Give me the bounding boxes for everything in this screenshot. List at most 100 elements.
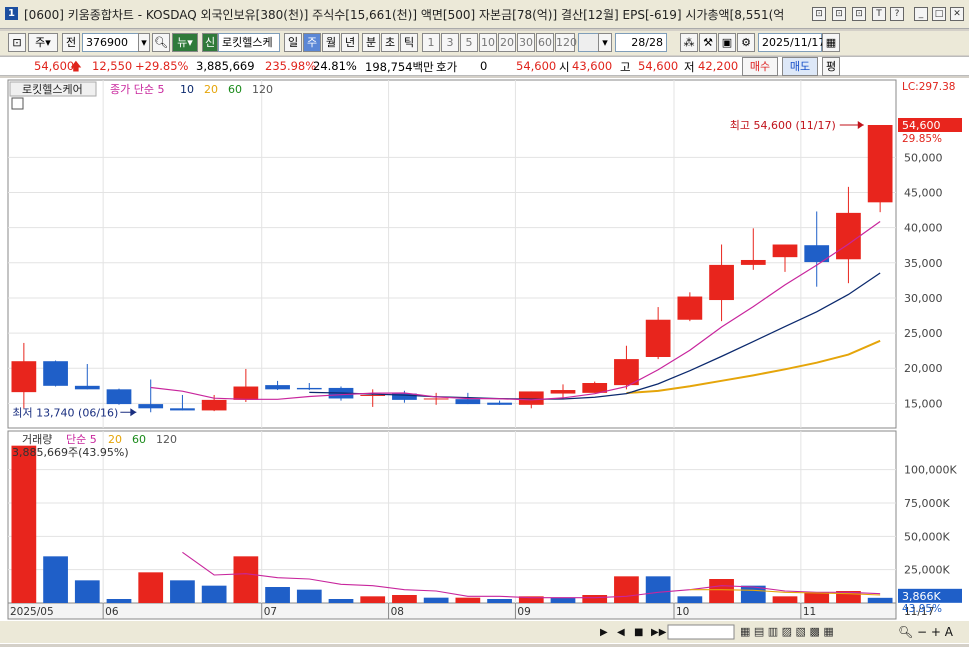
volume-bar	[645, 576, 671, 603]
volume-tick-label: 75,000K	[904, 497, 950, 510]
interval-5[interactable]: 5	[460, 33, 478, 52]
candle-body	[550, 390, 576, 394]
x-tick-label: 11	[803, 606, 816, 618]
scroll-track	[667, 624, 735, 640]
interval-10[interactable]: 10	[479, 33, 497, 52]
page-counter: 28/28	[615, 33, 667, 52]
candle-body	[709, 264, 734, 301]
evaluate-button[interactable]: 평	[822, 57, 840, 76]
volume-bar	[487, 599, 512, 603]
x-tick-label: 07	[264, 606, 277, 618]
price-tick-label: 25,000	[904, 327, 943, 340]
interval-60[interactable]: 60	[536, 33, 554, 52]
up-arrow-icon: 🡅	[70, 59, 82, 73]
sell-button[interactable]: 매도	[782, 57, 818, 76]
interval-120[interactable]: 120	[555, 33, 577, 52]
volume-bar	[360, 596, 386, 603]
x-tick-label: 09	[517, 606, 530, 618]
interval-dropdown-icon[interactable]: ▾	[598, 33, 612, 52]
high-label: 고	[620, 60, 631, 74]
layout-icon[interactable]: ⊡	[8, 33, 26, 52]
current-price: 54,600	[34, 59, 75, 73]
zoom-icons: 🔍︎ − + A	[898, 625, 954, 639]
indicator-icon[interactable]: ⚒	[699, 33, 717, 52]
candle-body	[233, 386, 259, 400]
volume-bar	[11, 445, 37, 603]
candle-body	[296, 387, 322, 390]
volume-bar	[550, 597, 576, 603]
tab-week[interactable]: 주	[303, 33, 321, 52]
price-tick-label: 50,000	[904, 151, 943, 164]
period-select-value: 주	[35, 36, 46, 49]
low-value: 42,200	[698, 59, 739, 73]
tab-day[interactable]: 일	[284, 33, 302, 52]
news-label: 뉴	[177, 36, 188, 49]
gear-icon[interactable]: ⚙	[737, 33, 755, 52]
low-label: 저	[684, 60, 695, 74]
candle-body	[423, 398, 449, 400]
volume-series-name: 거래량	[22, 433, 52, 446]
price-tick-label: 15,000	[904, 397, 943, 410]
screen-options-icon[interactable]: ⊡	[812, 7, 826, 21]
volume-bar	[233, 556, 259, 603]
date-input[interactable]: 2025/11/17	[758, 33, 825, 52]
link-window-icon[interactable]: ⊡	[852, 7, 866, 21]
candle-body	[265, 385, 290, 390]
price-pct-label: 29.85%	[902, 133, 942, 145]
interval-30[interactable]: 30	[517, 33, 535, 52]
interval-3[interactable]: 3	[441, 33, 459, 52]
candle-body	[360, 394, 386, 396]
stock-code-input[interactable]: 376900	[82, 33, 140, 52]
tab-second[interactable]: 초	[381, 33, 399, 52]
candle-body	[518, 391, 544, 405]
chart-area[interactable]: 2025/05 06 07 08 09 10 11 11/17 15,000 20,000 25,0…	[0, 78, 969, 644]
calendar-icon[interactable]: ▦	[822, 33, 840, 52]
copy-window-icon[interactable]: ⊡	[832, 7, 846, 21]
save-icon[interactable]: ▣	[718, 33, 736, 52]
volume-tick-label: 50,000K	[904, 530, 950, 543]
price-pane-frame	[7, 79, 897, 429]
volume-ma-period-label: 20	[108, 433, 122, 446]
candle-body	[170, 408, 195, 411]
volume-bar	[709, 579, 734, 603]
help-icon[interactable]: ?	[890, 7, 904, 21]
prev-button[interactable]: 전	[62, 33, 80, 52]
volume-ma-period-label: 120	[156, 433, 177, 446]
volume-bar	[392, 595, 417, 603]
x-tick-label: 08	[391, 606, 404, 618]
volume-bar	[804, 592, 830, 603]
tab-tick[interactable]: 틱	[400, 33, 418, 52]
volume-pct-label: 43.95%	[902, 603, 942, 615]
window-title: [0600] 키움종합차트 - KOSDAQ 외국인보유[380(천)] 주식수…	[24, 8, 785, 22]
chart-svg[interactable]: 2025/05 06 07 08 09 10 11 11/1715,00020,00025,0…	[0, 78, 969, 644]
interval-20[interactable]: 20	[498, 33, 516, 52]
minimize-button[interactable]: _	[914, 7, 928, 21]
buy-button[interactable]: 매수	[742, 57, 778, 76]
x-axis-strip	[7, 602, 897, 620]
volume-ratio: 235.98%	[265, 59, 317, 73]
period-select[interactable]: 주▾	[28, 33, 58, 52]
compare-icon[interactable]: ⁂	[680, 33, 698, 52]
tab-month[interactable]: 월	[322, 33, 340, 52]
interval-1[interactable]: 1	[422, 33, 440, 52]
candle-body	[645, 319, 671, 357]
close-button[interactable]: ✕	[950, 7, 964, 21]
volume-bar	[423, 597, 449, 603]
tab-minute[interactable]: 분	[362, 33, 380, 52]
tab-year[interactable]: 년	[341, 33, 359, 52]
volume-bar	[138, 572, 164, 603]
volume-ma-label: 단순 5	[66, 433, 97, 446]
price-ma-period-label: 20	[204, 83, 218, 96]
stock-name-field: 로킷헬스케	[218, 33, 280, 52]
chart-tools-icons: ▦ ▤ ▥ ▨ ▧ ▩ ▦	[740, 625, 834, 638]
volume-bar	[296, 589, 322, 603]
table-grid-icon	[11, 97, 24, 110]
maximize-button[interactable]: □	[932, 7, 946, 21]
code-dropdown-icon[interactable]: ▾	[138, 33, 150, 52]
search-icon[interactable]: 🔍︎	[152, 33, 170, 52]
volume-bar	[772, 596, 798, 603]
news-button[interactable]: 뉴▾	[172, 33, 198, 52]
lc-label: LC:297.38	[902, 81, 955, 93]
text-icon[interactable]: T	[872, 7, 886, 21]
price-tag-label: 54,600	[902, 119, 941, 132]
